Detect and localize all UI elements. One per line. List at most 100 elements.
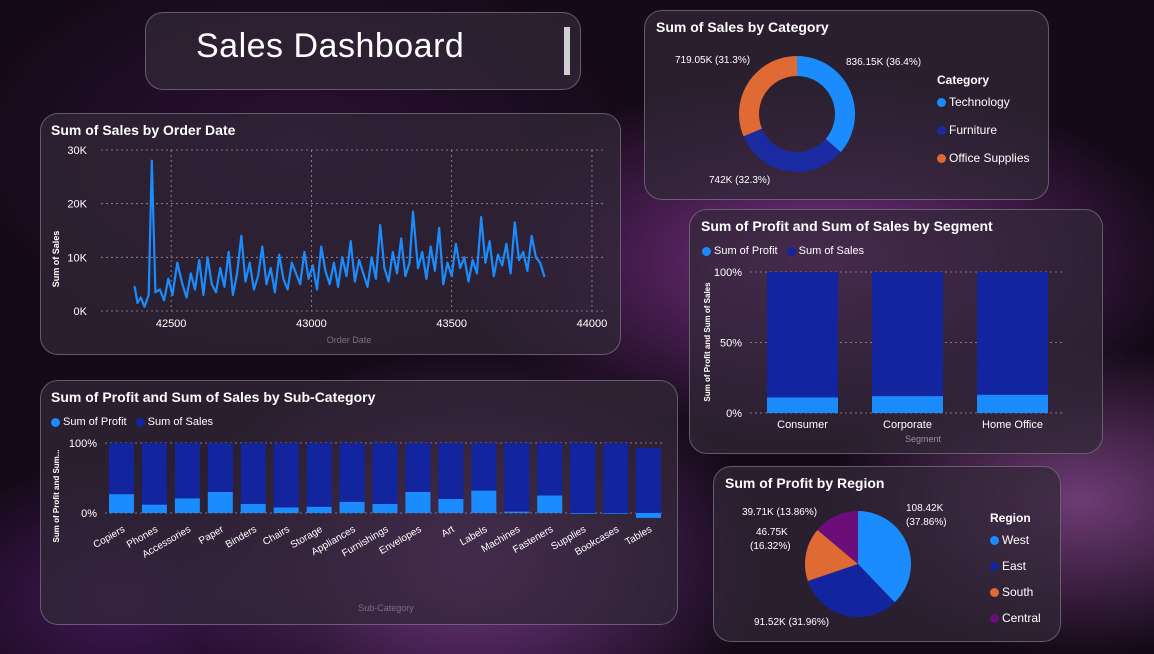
sales-data-point — [303, 250, 306, 253]
label-east: 91.52K (31.96%) — [754, 617, 829, 628]
sales-data-point — [480, 216, 483, 219]
profit-bar — [767, 397, 838, 413]
sales-data-point — [147, 293, 150, 296]
x-tick-label: 42500 — [156, 318, 187, 330]
sales-data-point — [316, 288, 319, 291]
legend-item-technology[interactable]: Technology — [937, 95, 1030, 109]
region-legend: Region West East South Central — [990, 511, 1041, 633]
sales-bar — [872, 272, 943, 397]
subcategory-bar-chart[interactable]: Sum of Profit and Sum... Sub-Category 10… — [41, 381, 679, 626]
sales-data-point — [518, 259, 521, 262]
y-tick-label: 100% — [69, 438, 97, 450]
order-date-chart[interactable]: Sum of Sales Order Date 30K 20K 10K 0K 42500… — [41, 114, 622, 356]
sales-data-point — [176, 261, 179, 264]
label-central: 39.71K (13.86%) — [742, 507, 817, 518]
legend-item-east[interactable]: East — [990, 559, 1041, 573]
segment-card[interactable]: Sum of Profit and Sum of Sales by Segmen… — [689, 209, 1103, 454]
x-tick-label: Corporate — [883, 419, 932, 431]
y-tick-label: 50% — [720, 338, 742, 350]
sales-data-point — [136, 301, 139, 304]
sales-data-point — [307, 277, 310, 280]
legend-item-central[interactable]: Central — [990, 611, 1041, 625]
sales-data-point — [400, 237, 403, 240]
sales-data-point — [248, 261, 251, 264]
profit-bar — [207, 492, 233, 513]
region-card[interactable]: Sum of Profit by Region 108.42K (37.86%)… — [713, 466, 1061, 642]
sales-data-point — [150, 159, 153, 162]
y-tick-label: 30K — [67, 145, 87, 157]
y-tick-label: 10K — [67, 252, 87, 264]
sales-data-point — [379, 224, 382, 227]
label-furniture: 742K (32.3%) — [709, 175, 770, 186]
sales-data-point — [198, 259, 201, 262]
profit-bar — [174, 498, 200, 513]
x-tick-label: 43000 — [296, 318, 327, 330]
order-date-card[interactable]: Sum of Sales by Order Date Sum of Sales … — [40, 113, 621, 355]
y-tick-label: 0% — [81, 508, 97, 520]
sales-data-point — [202, 293, 205, 296]
legend-item-west[interactable]: West — [990, 533, 1041, 547]
profit-bar — [306, 506, 332, 513]
x-tick-label: Binders — [224, 524, 259, 550]
x-tick-label: Home Office — [982, 419, 1043, 431]
segment-bar-chart[interactable]: Sum of Profit and Sum of Sales Segment 1… — [690, 210, 1104, 455]
sales-data-point — [467, 280, 470, 283]
profit-bar — [372, 503, 398, 513]
sales-data-point — [215, 291, 218, 294]
sales-data-point — [167, 277, 170, 280]
profit-bar — [240, 503, 266, 513]
sales-data-point — [459, 267, 462, 270]
profit-bar — [570, 513, 596, 514]
sales-data-point — [236, 272, 239, 275]
legend-title: Region — [990, 511, 1031, 525]
profit-bar — [339, 501, 365, 513]
sales-data-point — [181, 283, 184, 286]
sales-data-point — [244, 280, 247, 283]
sales-data-point — [143, 305, 146, 308]
sales-bar — [636, 447, 662, 513]
sales-data-point — [395, 272, 398, 275]
sales-bar — [174, 443, 200, 499]
sales-bar — [372, 443, 398, 504]
profit-bar — [405, 492, 431, 513]
sales-data-point — [324, 269, 327, 272]
label-south: 46.75K (16.32%) — [750, 527, 791, 552]
sales-data-point — [387, 280, 390, 283]
sales-data-point — [286, 288, 289, 291]
profit-bar — [108, 494, 134, 513]
sales-data-point — [362, 272, 365, 275]
legend-item-south[interactable]: South — [990, 585, 1041, 599]
sales-data-point — [154, 291, 157, 294]
sales-data-point — [433, 269, 436, 272]
profit-bar — [636, 513, 662, 518]
legend-item-office-supplies[interactable]: Office Supplies — [937, 151, 1030, 165]
x-axis-label: Segment — [905, 434, 942, 444]
sales-bar — [207, 443, 233, 492]
sales-data-point — [509, 272, 512, 275]
sales-data-point — [252, 288, 255, 291]
sales-data-point — [210, 283, 213, 286]
sales-bar — [108, 443, 134, 495]
sales-data-point — [421, 250, 424, 253]
x-tick-label: Art — [440, 524, 457, 540]
sales-data-point — [341, 256, 344, 259]
legend-item-furniture[interactable]: Furniture — [937, 123, 1030, 137]
sales-data-point — [358, 259, 361, 262]
profit-bar — [537, 495, 563, 513]
sales-data-point — [539, 261, 542, 264]
sales-data-point — [265, 283, 268, 286]
category-card[interactable]: Sum of Sales by Category 719.05K (31.3%)… — [644, 10, 1049, 200]
slice-furniture — [743, 128, 841, 173]
legend-title: Category — [937, 73, 990, 87]
header-card: Sales Dashboard — [145, 12, 581, 90]
sales-data-point — [231, 293, 234, 296]
profit-bar — [471, 490, 497, 513]
profit-bar — [438, 499, 464, 513]
x-tick-label: Chairs — [261, 524, 292, 548]
y-axis-label: Sum of Sales — [51, 231, 61, 288]
sales-bar — [438, 443, 464, 499]
sales-bar — [603, 443, 629, 513]
sales-data-point — [522, 250, 525, 253]
sales-data-point — [294, 272, 297, 275]
subcategory-card[interactable]: Sum of Profit and Sum of Sales by Sub-Ca… — [40, 380, 678, 625]
